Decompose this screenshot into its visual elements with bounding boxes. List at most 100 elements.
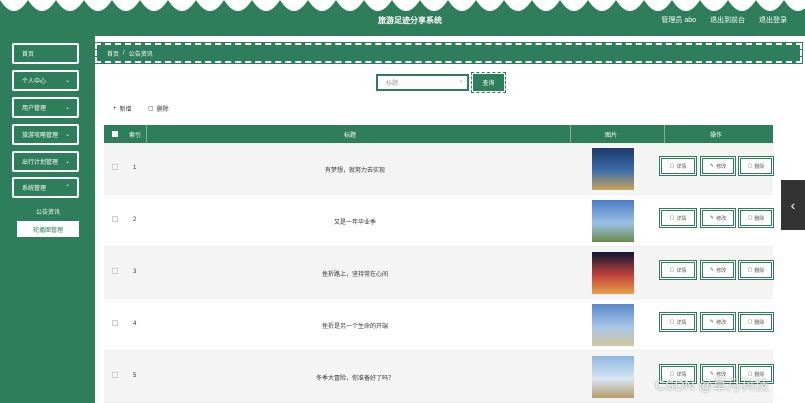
row-checkbox[interactable] — [112, 268, 118, 274]
chevron-down-icon: ⌄ — [64, 159, 70, 165]
header-bar: 旅游足迹分享系统 管理员 abo 退出到前台 退出登录 — [0, 0, 805, 36]
row-index: 4 — [133, 321, 137, 327]
row-checkbox[interactable] — [112, 320, 118, 326]
delete-row-button[interactable]: ▢ 删除 — [739, 209, 773, 227]
table-row: 3 挫折路上，坚持常在心间 ▢ 详情 ✎ 修改 ▢ 删除 — [104, 247, 773, 299]
row-thumbnail-image — [592, 148, 634, 190]
edit-button[interactable]: ✎ 修改 — [701, 157, 735, 175]
detail-button-label: 详情 — [676, 163, 687, 170]
sidebar-subitem-carousel[interactable]: 轮播图管理 — [17, 221, 79, 237]
table-header: 索引 标题 图片 操作 — [104, 125, 773, 143]
chevron-down-icon: ⌄ — [64, 132, 70, 138]
column-divider — [664, 125, 665, 143]
back-to-frontend-link[interactable]: 退出到前台 — [710, 15, 745, 25]
row-index: 3 — [133, 269, 137, 275]
row-checkbox[interactable] — [112, 372, 118, 378]
admin-user-label[interactable]: 管理员 abo — [661, 15, 696, 25]
search-placeholder: 标题 — [386, 81, 399, 87]
trash-icon: ▢ — [148, 106, 154, 112]
delete-row-button-label: 删除 — [754, 319, 765, 326]
sidebar-item-home[interactable]: 首页 — [12, 43, 79, 64]
search-button[interactable]: 查询 — [471, 72, 506, 93]
scallop-shape — [0, 0, 805, 11]
delete-row-button-label: 删除 — [754, 163, 765, 170]
sidebar-item-system[interactable]: 系统管理 ⌃ — [12, 177, 79, 198]
select-all-checkbox[interactable] — [112, 131, 118, 137]
edit-icon: ✎ — [709, 163, 715, 169]
delete-row-button[interactable]: ▢ 删除 — [739, 157, 773, 175]
header-actions: 操作 — [710, 133, 723, 139]
delete-button-label: 删除 — [156, 107, 169, 113]
row-thumbnail-image — [592, 200, 634, 242]
row-thumbnail-image — [592, 356, 634, 398]
delete-row-button-label: 删除 — [754, 215, 765, 222]
edit-button[interactable]: ✎ 修改 — [701, 209, 735, 227]
header-image: 图片 — [605, 133, 618, 139]
edit-button[interactable]: ✎ 修改 — [701, 261, 735, 279]
detail-button[interactable]: ▢ 详情 — [660, 157, 696, 175]
sidebar-item-label: 系统管理 — [22, 186, 47, 192]
edit-button-label: 修改 — [716, 163, 727, 170]
row-thumbnail-image — [592, 304, 634, 346]
row-title: 挫折是另一个生命的开端 — [321, 324, 388, 330]
row-checkbox[interactable] — [112, 216, 118, 222]
scallop-border — [0, 0, 805, 11]
detail-icon: ▢ — [669, 215, 675, 221]
detail-icon: ▢ — [669, 267, 675, 273]
edit-icon: ✎ — [709, 267, 715, 273]
search-icon: ⌕ — [459, 79, 463, 85]
breadcrumb-separator: / — [123, 50, 125, 56]
logout-link[interactable]: 退出登录 — [759, 15, 787, 25]
row-title: 冬季大冒险，你准备好了吗？ — [315, 376, 394, 382]
delete-row-button-label: 删除 — [754, 267, 765, 274]
sidebar-item-label: 首页 — [22, 52, 35, 58]
delete-row-button[interactable]: ▢ 删除 — [739, 261, 773, 279]
table-row: 1 有梦想，就努力去实现 ▢ 详情 ✎ 修改 ▢ 删除 — [104, 143, 773, 195]
trash-icon: ▢ — [747, 267, 753, 273]
detail-button-label: 详情 — [676, 215, 687, 222]
header-title: 标题 — [344, 133, 357, 139]
table-row: 4 挫折是另一个生命的开端 ▢ 详情 ✎ 修改 ▢ 删除 — [104, 299, 773, 351]
breadcrumb-home[interactable]: 首页 — [107, 49, 119, 58]
detail-button[interactable]: ▢ 详情 — [660, 209, 696, 227]
add-button[interactable]: + 新增 — [113, 104, 132, 114]
row-thumbnail-image — [592, 252, 634, 294]
sidebar-item-label: 用户管理 — [22, 106, 47, 112]
chevron-down-icon: ⌄ — [64, 78, 70, 84]
edit-button[interactable]: ✎ 修改 — [701, 313, 735, 331]
sidebar-item-plans[interactable]: 出行计划管理 ⌄ — [12, 151, 79, 172]
sidebar-item-profile[interactable]: 个人中心 ⌄ — [12, 70, 79, 91]
header-index[interactable]: 索引 — [129, 130, 141, 139]
main-content: 首页 / 公告资讯 标题 ⌕ 查询 + 新增 ▢ 删除 索引 标题 图片 操作 1 … — [94, 36, 805, 403]
column-divider — [146, 125, 147, 143]
edit-button-label: 修改 — [716, 215, 727, 222]
edit-icon: ✎ — [709, 215, 715, 221]
sidebar-item-users[interactable]: 用户管理 ⌄ — [12, 97, 79, 118]
plus-icon: + — [113, 105, 117, 112]
top-nav: 管理员 abo 退出到前台 退出登录 — [661, 15, 787, 25]
sidebar-item-label: 旅游攻略管理 — [22, 133, 59, 139]
detail-button[interactable]: ▢ 详情 — [660, 313, 696, 331]
table-row: 2 又是一年毕业季 ▢ 详情 ✎ 修改 ▢ 删除 — [104, 195, 773, 247]
detail-button[interactable]: ▢ 详情 — [660, 261, 696, 279]
row-checkbox[interactable] — [112, 164, 118, 170]
row-index: 5 — [133, 373, 137, 379]
detail-icon: ▢ — [669, 163, 675, 169]
delete-button[interactable]: ▢ 删除 — [148, 104, 169, 113]
row-index: 1 — [133, 165, 137, 171]
delete-row-button[interactable]: ▢ 删除 — [739, 313, 773, 331]
row-title: 有梦想，就努力去实现 — [324, 168, 385, 174]
breadcrumb: 首页 / 公告资讯 — [94, 42, 803, 64]
sidebar-subitem-news[interactable]: 公告资讯 — [17, 203, 79, 219]
search-input[interactable]: 标题 ⌕ — [376, 74, 469, 91]
sidebar — [0, 36, 95, 403]
detail-button-label: 详情 — [676, 267, 687, 274]
sidebar-item-label: 出行计划管理 — [22, 160, 59, 166]
trash-icon: ▢ — [747, 215, 753, 221]
column-divider — [570, 125, 571, 143]
breadcrumb-current: 公告资讯 — [128, 51, 153, 58]
sidebar-item-guides[interactable]: 旅游攻略管理 ⌄ — [12, 124, 79, 145]
detail-icon: ▢ — [669, 319, 675, 325]
collapse-panel-button[interactable]: ‹ — [781, 180, 805, 230]
row-title: 挫折路上，坚持常在心间 — [321, 272, 388, 278]
